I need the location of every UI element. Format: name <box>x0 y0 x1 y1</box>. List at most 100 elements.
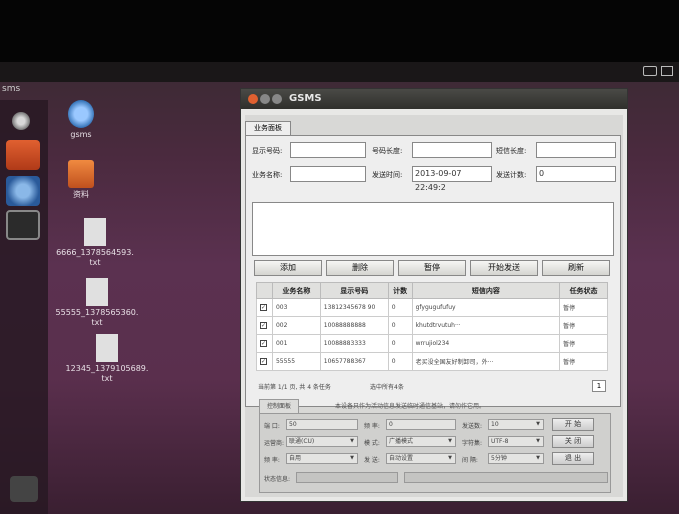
charset-value: UTF-8 <box>491 438 509 445</box>
keyboard-icon[interactable] <box>643 66 657 76</box>
tab-control-panel[interactable]: 控制面板 <box>259 399 299 413</box>
home-folder-icon[interactable] <box>6 140 40 170</box>
trash-icon[interactable] <box>10 476 38 502</box>
exit-button[interactable]: 退 出 <box>552 452 594 465</box>
sms-content-textarea[interactable] <box>252 202 614 256</box>
tab-business-panel[interactable]: 业务面板 <box>245 121 291 135</box>
start-send-button[interactable]: 开始发送 <box>470 260 538 276</box>
dash-icon[interactable] <box>12 112 30 130</box>
folder-icon <box>68 160 94 188</box>
browser-icon[interactable] <box>6 176 40 206</box>
close-button[interactable]: 关 闭 <box>552 435 594 448</box>
send-mode-select[interactable]: 自动设置 ▼ <box>386 453 456 464</box>
select-all-checkbox[interactable]: 选中所有4条 <box>370 382 404 391</box>
band-select[interactable]: 自用 ▼ <box>286 453 358 464</box>
row-checkbox[interactable]: ✓ <box>260 358 267 365</box>
carrier-select[interactable]: 联通(CU) ▼ <box>286 436 358 447</box>
phone-length-label: 号码长度: <box>372 147 403 155</box>
status-label: 状态信息: <box>264 476 291 483</box>
table-row[interactable]: ✓ 001 10088883333 0 wrrujiol234 暂停 <box>256 334 608 353</box>
table-row[interactable]: ✓ 002 10088888888 0 khutdtrvutuh··· 暂停 <box>256 316 608 335</box>
interval-label: 间 隔: <box>462 457 478 464</box>
interval-select[interactable]: 5分钟 ▼ <box>488 453 544 464</box>
column-header[interactable]: 计数 <box>387 282 413 299</box>
phone-label: 显示号码: <box>252 147 283 155</box>
send-time-input[interactable]: 2013-09-07 22:49:2 <box>412 166 492 192</box>
desktop-icon-gsms[interactable]: gsms <box>36 100 126 140</box>
cell-count: 0 <box>387 352 413 371</box>
charset-label: 字符集: <box>462 440 483 447</box>
chevron-down-icon: ▼ <box>536 421 540 427</box>
column-header[interactable]: 显示号码 <box>319 282 389 299</box>
chevron-down-icon: ▼ <box>536 438 540 444</box>
phone-length-input[interactable] <box>412 142 492 158</box>
desktop-icon-label: 12345_1379105689. txt <box>65 364 149 383</box>
close-icon[interactable] <box>248 94 258 104</box>
send-time-label: 发送时间: <box>372 171 403 179</box>
cell-status: 暂停 <box>559 352 608 371</box>
settings-panel: 端 口: 50 频 率: 0 发送数: 10 ▼ 开 始 运营商: 联通(CU) ▼… <box>259 413 611 493</box>
band-value: 自用 <box>289 455 302 462</box>
gsms-window: GSMS 业务面板 显示号码: 号码长度: 短信长度: 业务名称: 发送时间: … <box>240 88 628 502</box>
desktop-icon-file[interactable]: 55555_1378565360. txt <box>52 278 142 328</box>
send-mode-value: 自动设置 <box>389 455 414 462</box>
chevron-down-icon: ▼ <box>350 438 354 444</box>
cell-count: 0 <box>387 334 413 353</box>
sms-length-input[interactable] <box>536 142 616 158</box>
charset-select[interactable]: UTF-8 ▼ <box>488 436 544 447</box>
cell-status: 暂停 <box>559 334 608 353</box>
refresh-button[interactable]: 刷新 <box>542 260 610 276</box>
minimize-icon[interactable] <box>260 94 270 104</box>
table-row[interactable]: ✓ 55555 10657788367 0 老买没全国友好制卸司，外··· 暂停 <box>256 352 608 371</box>
freq-input[interactable]: 0 <box>386 419 456 430</box>
row-checkbox[interactable]: ✓ <box>260 304 267 311</box>
start-button[interactable]: 开 始 <box>552 418 594 431</box>
desktop-icon-label: 资料 <box>73 190 89 199</box>
send-mode-label: 发 送: <box>364 457 380 464</box>
cell-status: 暂停 <box>559 298 608 317</box>
maximize-icon[interactable] <box>272 94 282 104</box>
desktop-icon-label: gsms <box>70 130 92 139</box>
screen: sms gsms 资料 6666_1378564593. txt 55555_1… <box>0 0 679 514</box>
add-button[interactable]: 添加 <box>254 260 322 276</box>
carrier-label: 运营商: <box>264 440 285 447</box>
cell-content: wrrujiol234 <box>411 334 561 353</box>
row-checkbox[interactable]: ✓ <box>260 340 267 347</box>
mode-select[interactable]: 广播模式 ▼ <box>386 436 456 447</box>
row-checkbox[interactable]: ✓ <box>260 322 267 329</box>
column-header[interactable]: 业务名称 <box>271 282 321 299</box>
name-input[interactable] <box>290 166 366 182</box>
pause-button[interactable]: 暂停 <box>398 260 466 276</box>
desktop-icon-file[interactable]: 6666_1378564593. txt <box>50 218 140 268</box>
carrier-value: 联通(CU) <box>289 438 315 445</box>
cell-count: 0 <box>387 298 413 317</box>
column-header[interactable]: 短信内容 <box>411 282 561 299</box>
cell-status: 暂停 <box>559 316 608 335</box>
column-header[interactable]: 任务状态 <box>559 282 608 299</box>
window-titlebar[interactable]: GSMS <box>241 89 627 109</box>
page-number-input[interactable]: 1 <box>592 380 606 392</box>
delete-button[interactable]: 删除 <box>326 260 394 276</box>
column-header <box>256 282 273 299</box>
desktop-icon-file[interactable]: 12345_1379105689. txt <box>62 334 152 384</box>
send-count-input[interactable]: 0 <box>536 166 616 182</box>
mode-label: 模 式: <box>364 440 380 447</box>
port-label: 端 口: <box>264 423 280 430</box>
terminal-icon[interactable] <box>6 210 40 240</box>
send-num-select[interactable]: 10 ▼ <box>488 419 544 430</box>
cell-content: khutdtrvutuh··· <box>411 316 561 335</box>
cell-phone: 10088883333 <box>319 334 389 353</box>
business-area: 显示号码: 号码长度: 短信长度: 业务名称: 发送时间: 2013-09-07… <box>245 135 621 407</box>
text-file-icon <box>84 218 106 246</box>
app-icon <box>68 100 94 128</box>
table-row[interactable]: ✓ 003 13812345678 90 0 gfygugufufuy 暂停 <box>256 298 608 317</box>
cell-content: 老买没全国友好制卸司，外··· <box>411 352 561 371</box>
desktop-icon-folder[interactable]: 资料 <box>36 160 126 200</box>
port-input[interactable]: 50 <box>286 419 358 430</box>
mail-icon[interactable] <box>661 66 673 76</box>
chevron-down-icon: ▼ <box>448 438 452 444</box>
send-num-label: 发送数: <box>462 423 483 430</box>
phone-input[interactable] <box>290 142 366 158</box>
send-count-label: 发送计数: <box>496 171 527 179</box>
name-label: 业务名称: <box>252 171 283 179</box>
